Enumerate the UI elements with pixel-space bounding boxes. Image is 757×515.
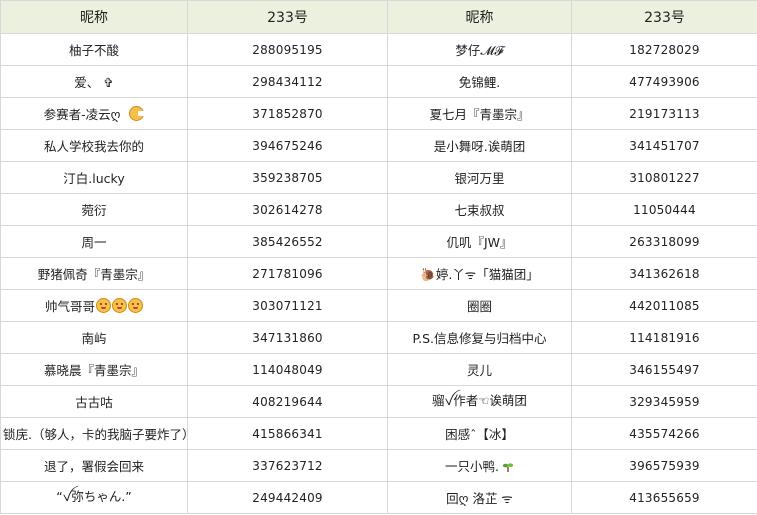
table-row: 锁庑.（够人，卡的我脑子要炸了） 415866341 困感ˆ【冰】 435574…: [0, 417, 757, 450]
left-id-cell: 337623712: [187, 449, 388, 482]
left-id-cell: 288095195: [187, 33, 388, 66]
right-id-cell: 341451707: [571, 129, 757, 162]
right-id-cell: 114181916: [571, 321, 757, 354]
left-nickname-cell: 参赛者-凌云ღ: [0, 97, 188, 130]
header-nickname-right: 昵称: [387, 0, 572, 34]
left-id-cell: 359238705: [187, 161, 388, 194]
header-id-right: 233号: [571, 0, 757, 34]
right-nickname-cell: 骝ꪜ作者☜诶萌团: [387, 385, 572, 418]
header-row: 昵称 233号 昵称 233号: [0, 0, 757, 34]
right-nickname-text: 一只小鸭.: [445, 459, 499, 474]
table-row: 退了，署假会回来 337623712 一只小鸭. 396575939: [0, 449, 757, 482]
right-nickname-cell: 仉叽『JW』: [387, 225, 572, 258]
table-row: 私人学校我去你的 394675246 是小舞呀.诶萌团 341451707: [0, 129, 757, 162]
left-nickname-cell: 爱、 ✞: [0, 65, 188, 98]
left-nickname-cell: 南屿: [0, 321, 188, 354]
smiley-emoji-icon: [112, 298, 127, 313]
left-nickname-cell: 野猪佩奇『青墨宗』: [0, 257, 188, 290]
right-id-cell: 341362618: [571, 257, 757, 290]
right-nickname-cell: P.S.信息修复与归档中心: [387, 321, 572, 354]
left-nickname-text: 帅气哥哥: [44, 299, 95, 314]
left-nickname-cell: 柚子不酸: [0, 33, 188, 66]
right-nickname-cell: 🐌婷.丫ᯤ「猫猫团」: [387, 257, 572, 290]
left-id-cell: 408219644: [187, 385, 388, 418]
left-nickname-text: 参赛者-凌云ღ: [43, 107, 121, 122]
left-nickname-cell: “ꪜ弥ちゃん.”: [0, 481, 188, 514]
right-nickname-cell: 回ღ 洛芷 ᯤ: [387, 481, 572, 514]
right-nickname-cell: 圈圈: [387, 289, 572, 322]
table-row: 菀衍 302614278 七束叔叔 11050444: [0, 193, 757, 226]
left-id-cell: 415866341: [187, 417, 388, 450]
left-id-cell: 303071121: [187, 289, 388, 322]
left-nickname-cell: 退了，署假会回来: [0, 449, 188, 482]
right-id-cell: 396575939: [571, 449, 757, 482]
right-id-cell: 435574266: [571, 417, 757, 450]
table-row: 爱、 ✞ 298434112 免锦鲤. 477493906: [0, 65, 757, 98]
table-row: 慕晓晨『青墨宗』 114048049 灵儿 346155497: [0, 353, 757, 386]
right-id-cell: 182728029: [571, 33, 757, 66]
left-id-cell: 371852870: [187, 97, 388, 130]
nickname-id-table-sheet: 昵称 233号 昵称 233号 柚子不酸 288095195 梦仔𝓜𝓕 1827…: [0, 0, 757, 515]
right-nickname-cell: 梦仔𝓜𝓕: [387, 33, 572, 66]
right-id-cell: 329345959: [571, 385, 757, 418]
right-id-cell: 413655659: [571, 481, 757, 514]
right-nickname-cell: 七束叔叔: [387, 193, 572, 226]
table-row: 南屿 347131860 P.S.信息修复与归档中心 114181916: [0, 321, 757, 354]
right-nickname-cell: 银河万里: [387, 161, 572, 194]
left-id-cell: 302614278: [187, 193, 388, 226]
right-id-cell: 346155497: [571, 353, 757, 386]
right-nickname-cell: 一只小鸭.: [387, 449, 572, 482]
right-id-cell: 310801227: [571, 161, 757, 194]
table-row: 参赛者-凌云ღ 371852870 夏七月『青墨宗』 219173113: [0, 97, 757, 130]
left-id-cell: 385426552: [187, 225, 388, 258]
left-nickname-cell: 慕晓晨『青墨宗』: [0, 353, 188, 386]
right-id-cell: 263318099: [571, 225, 757, 258]
left-nickname-cell: 私人学校我去你的: [0, 129, 188, 162]
nickname-id-table: 昵称 233号 昵称 233号 柚子不酸 288095195 梦仔𝓜𝓕 1827…: [0, 0, 757, 514]
left-nickname-cell: 周一: [0, 225, 188, 258]
table-row: “ꪜ弥ちゃん.” 249442409 回ღ 洛芷 ᯤ 413655659: [0, 481, 757, 514]
table-row: 帅气哥哥 303071121 圈圈 442011085: [0, 289, 757, 322]
header-id-left: 233号: [187, 0, 388, 34]
left-nickname-cell: 锁庑.（够人，卡的我脑子要炸了）: [0, 417, 188, 450]
right-nickname-cell: 是小舞呀.诶萌团: [387, 129, 572, 162]
right-nickname-cell: 灵儿: [387, 353, 572, 386]
left-nickname-cell: 菀衍: [0, 193, 188, 226]
left-id-cell: 347131860: [187, 321, 388, 354]
right-id-cell: 442011085: [571, 289, 757, 322]
left-id-cell: 394675246: [187, 129, 388, 162]
table-row: 柚子不酸 288095195 梦仔𝓜𝓕 182728029: [0, 33, 757, 66]
right-id-cell: 219173113: [571, 97, 757, 130]
left-id-cell: 298434112: [187, 65, 388, 98]
left-id-cell: 271781096: [187, 257, 388, 290]
left-nickname-cell: 古古咕: [0, 385, 188, 418]
left-nickname-cell: 汀白.lucky: [0, 161, 188, 194]
left-nickname-cell: 帅气哥哥: [0, 289, 188, 322]
table-row: 古古咕 408219644 骝ꪜ作者☜诶萌团 329345959: [0, 385, 757, 418]
table-row: 周一 385426552 仉叽『JW』 263318099: [0, 225, 757, 258]
smiley-emoji-icon: [96, 298, 111, 313]
right-nickname-cell: 夏七月『青墨宗』: [387, 97, 572, 130]
left-id-cell: 249442409: [187, 481, 388, 514]
right-id-cell: 477493906: [571, 65, 757, 98]
sprout-icon: [502, 463, 514, 472]
right-nickname-cell: 困感ˆ【冰】: [387, 417, 572, 450]
header-nickname-left: 昵称: [0, 0, 188, 34]
pacman-emoji-icon: [129, 106, 145, 121]
smiley-emoji-icon: [128, 298, 143, 313]
right-nickname-cell: 免锦鲤.: [387, 65, 572, 98]
table-row: 汀白.lucky 359238705 银河万里 310801227: [0, 161, 757, 194]
right-id-cell: 11050444: [571, 193, 757, 226]
table-row: 野猪佩奇『青墨宗』 271781096 🐌婷.丫ᯤ「猫猫团」 341362618: [0, 257, 757, 290]
left-id-cell: 114048049: [187, 353, 388, 386]
